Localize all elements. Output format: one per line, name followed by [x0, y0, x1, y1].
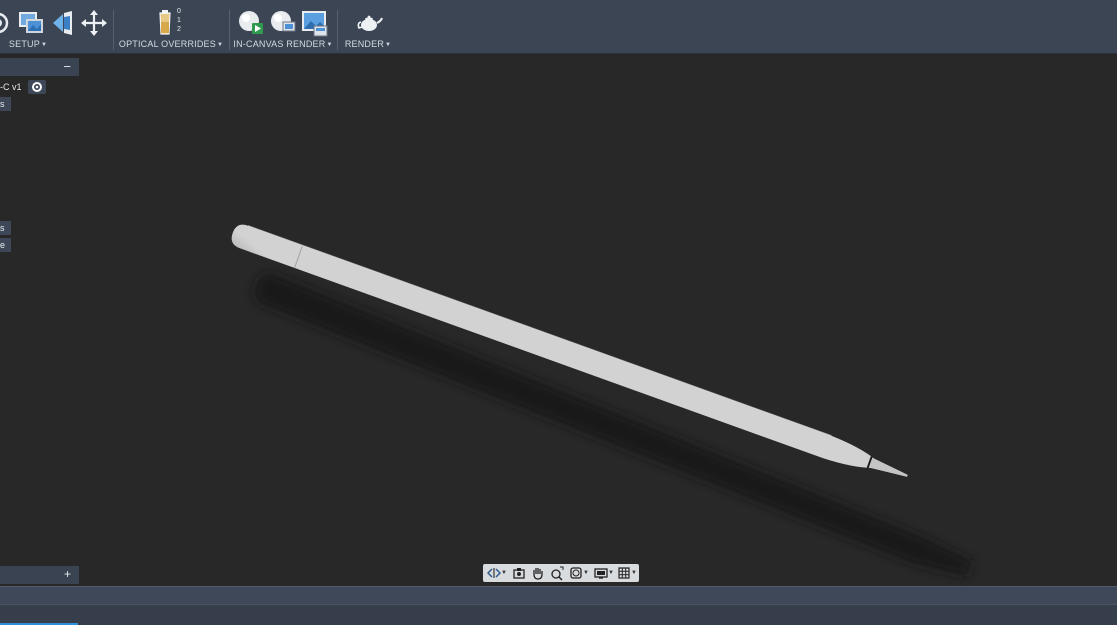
chevron-down-icon: ▼ — [385, 42, 392, 48]
pencil-body — [231, 224, 908, 477]
tree-root-label: -C v1 — [0, 82, 22, 92]
in-canvas-render-label: IN-CANVAS RENDER — [233, 39, 326, 49]
navigation-bar: ▼ ▼ ▼ ▼ — [483, 564, 639, 582]
chevron-down-icon: ▼ — [608, 570, 614, 576]
display-settings-icon — [594, 568, 608, 579]
fit-icon — [570, 567, 582, 579]
orbit-button[interactable]: ▼ — [486, 565, 507, 581]
pencil-shadow — [255, 272, 973, 577]
in-canvas-settings-icon[interactable] — [269, 9, 297, 37]
zoom-icon — [551, 566, 564, 581]
chevron-down-icon: ▼ — [631, 570, 637, 576]
render-teapot-icon[interactable] — [355, 9, 383, 37]
pan-icon — [533, 568, 543, 580]
capture-image-icon[interactable] — [301, 9, 329, 37]
optical-overrides-menu[interactable]: OPTICAL OVERRIDES▼ — [116, 39, 226, 49]
render-label: RENDER — [344, 39, 385, 49]
comments-panel-header: + — [0, 566, 79, 584]
collapse-button[interactable]: − — [63, 58, 71, 75]
timeline-bar — [0, 604, 1117, 625]
tree-item[interactable]: s — [0, 221, 11, 235]
appearance-icon[interactable] — [49, 9, 77, 37]
expand-button[interactable]: + — [64, 566, 71, 583]
chevron-down-icon: ▼ — [40, 42, 48, 48]
browser-panel-header: − — [0, 58, 79, 76]
grid-button[interactable]: ▼ — [617, 565, 637, 581]
pencil-model[interactable] — [79, 54, 1117, 586]
chevron-down-icon: ▼ — [501, 570, 507, 576]
toolbar: SETUP▼ 0 1 2 OPTICAL OVERRIDES▼ IN-CANVA… — [0, 0, 1117, 54]
render-group: RENDER▼ — [340, 0, 396, 54]
tree-item-label: s — [0, 223, 5, 233]
chevron-down-icon: ▼ — [326, 42, 333, 48]
orbit-icon — [486, 568, 502, 578]
display-settings-button[interactable]: ▼ — [594, 565, 614, 581]
setup-menu[interactable]: SETUP▼ — [0, 39, 108, 49]
tree-root-item[interactable]: -C v1 — [0, 80, 28, 94]
setup-group: SETUP▼ — [0, 0, 108, 54]
fit-button[interactable]: ▼ — [569, 565, 589, 581]
toolbar-divider — [229, 10, 230, 50]
environment-library-icon[interactable] — [17, 9, 45, 37]
badge-top: 0 — [177, 8, 181, 15]
chevron-down-icon: ▼ — [583, 570, 589, 576]
in-canvas-render-icon[interactable] — [237, 9, 265, 37]
grid-icon — [618, 567, 630, 579]
in-canvas-render-group: IN-CANVAS RENDER▼ — [232, 0, 334, 54]
look-at-icon — [513, 568, 525, 579]
tree-item-label: s — [0, 99, 5, 109]
zoom-button[interactable] — [550, 565, 564, 581]
radio-icon — [32, 82, 42, 92]
status-bar — [0, 586, 1117, 604]
optical-overrides-label: OPTICAL OVERRIDES — [118, 39, 216, 49]
optical-overrides-group: 0 1 2 OPTICAL OVERRIDES▼ — [116, 0, 226, 54]
texture-map-icon[interactable]: 0 1 2 — [155, 8, 183, 37]
look-at-button[interactable] — [512, 565, 526, 581]
app-window: SETUP▼ 0 1 2 OPTICAL OVERRIDES▼ IN-CANVA… — [0, 0, 1117, 625]
in-canvas-render-menu[interactable]: IN-CANVAS RENDER▼ — [232, 39, 334, 49]
toolbar-divider — [113, 10, 114, 50]
badge-bottom: 2 — [177, 26, 181, 33]
toolbar-divider — [337, 10, 338, 50]
pan-button[interactable] — [531, 565, 545, 581]
tree-item-label: e — [0, 240, 6, 250]
setup-label: SETUP — [8, 39, 40, 49]
chevron-down-icon: ▼ — [216, 42, 224, 48]
tree-item[interactable]: s — [0, 97, 11, 111]
scene-settings-icon[interactable] — [0, 9, 12, 37]
move-icon[interactable] — [80, 9, 108, 37]
visibility-toggle[interactable] — [28, 80, 46, 94]
badge-mid: 1 — [177, 17, 181, 24]
canvas-viewport[interactable] — [79, 54, 1117, 586]
render-menu[interactable]: RENDER▼ — [340, 39, 396, 49]
tree-item[interactable]: e — [0, 238, 11, 252]
